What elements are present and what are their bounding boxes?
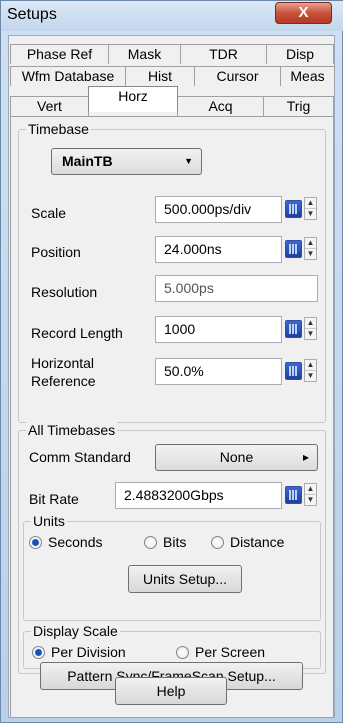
horizontal-reference-label-line2: Reference — [31, 373, 96, 389]
position-spinner[interactable]: ▲ ▼ — [304, 237, 317, 260]
scale-field[interactable]: 500.000ps/div — [155, 196, 282, 223]
tab-row-2: Wfm Database Hist Cursor Meas — [10, 66, 335, 86]
keypad-icon[interactable] — [285, 200, 302, 218]
units-setup-button[interactable]: Units Setup... — [128, 565, 242, 593]
horizontal-reference-spinner[interactable]: ▲ ▼ — [304, 359, 317, 382]
timebase-select[interactable]: MainTB ▼ — [51, 148, 202, 175]
per-screen-label: Per Screen — [195, 644, 266, 660]
tab-horz[interactable]: Horz — [88, 86, 178, 112]
spin-up-icon[interactable]: ▲ — [305, 198, 316, 209]
spin-down-icon[interactable]: ▼ — [305, 329, 316, 340]
spin-up-icon[interactable]: ▲ — [305, 238, 316, 249]
window-title: Setups — [7, 6, 57, 23]
tab-disp[interactable]: Disp — [266, 44, 334, 64]
units-distance-label: Distance — [230, 534, 285, 550]
spin-up-icon[interactable]: ▲ — [305, 484, 316, 495]
resolution-field: 5.000ps — [155, 275, 318, 302]
setups-window: Setups X Phase Ref Mask TDR Disp Wfm Dat… — [0, 0, 343, 723]
position-label: Position — [31, 244, 81, 260]
units-bits-label: Bits — [163, 534, 187, 550]
spin-down-icon[interactable]: ▼ — [305, 249, 316, 260]
all-timebases-group: All Timebases Comm Standard None ▸ Bit R… — [18, 422, 326, 674]
spin-up-icon[interactable]: ▲ — [305, 318, 316, 329]
radio-selected-icon — [29, 536, 42, 549]
units-distance-radio[interactable]: Distance — [211, 534, 284, 551]
tab-tdr[interactable]: TDR — [180, 44, 267, 64]
timebase-select-value: MainTB — [62, 153, 113, 169]
horz-panel: Timebase MainTB ▼ Scale 500.000ps/div ▲ ▼… — [10, 116, 334, 718]
units-group: Units Seconds Bits Distance Units Setup.… — [23, 513, 321, 621]
units-seconds-label: Seconds — [48, 534, 103, 550]
comm-standard-value: None — [219, 449, 254, 465]
tab-acq[interactable]: Acq — [177, 96, 264, 116]
keypad-icon[interactable] — [285, 486, 302, 504]
timebase-group: Timebase MainTB ▼ Scale 500.000ps/div ▲ ▼… — [18, 121, 326, 423]
keypad-icon[interactable] — [285, 320, 302, 338]
chevron-down-icon: ▼ — [184, 156, 193, 166]
scale-spinner[interactable]: ▲ ▼ — [304, 197, 317, 220]
horizontal-reference-field[interactable]: 50.0% — [155, 358, 282, 385]
tab-meas[interactable]: Meas — [280, 66, 335, 86]
all-timebases-legend: All Timebases — [26, 422, 118, 438]
tab-row-1: Phase Ref Mask TDR Disp — [10, 44, 334, 64]
bit-rate-spinner[interactable]: ▲ ▼ — [304, 483, 317, 506]
radio-icon — [176, 646, 189, 659]
tab-phase-ref[interactable]: Phase Ref — [10, 44, 109, 64]
setups-client: Phase Ref Mask TDR Disp Wfm Database His… — [8, 35, 335, 718]
comm-standard-button[interactable]: None ▸ — [155, 444, 318, 471]
tab-vert[interactable]: Vert — [10, 96, 89, 116]
chevron-right-icon: ▸ — [302, 450, 309, 464]
position-field[interactable]: 24.000ns — [155, 236, 282, 263]
units-legend: Units — [31, 513, 67, 529]
radio-icon — [144, 536, 157, 549]
per-division-radio[interactable]: Per Division — [32, 644, 126, 661]
close-button[interactable]: X — [275, 2, 332, 24]
per-screen-radio[interactable]: Per Screen — [176, 644, 265, 661]
tab-row-3: Vert Horz Acq Trig — [10, 86, 334, 116]
per-division-label: Per Division — [51, 644, 126, 660]
spin-down-icon[interactable]: ▼ — [305, 209, 316, 220]
tab-trig[interactable]: Trig — [263, 96, 334, 116]
radio-icon — [211, 536, 224, 549]
timebase-legend: Timebase — [26, 121, 91, 137]
title-bar[interactable]: Setups X — [1, 1, 343, 31]
display-scale-legend: Display Scale — [31, 623, 120, 639]
comm-standard-label: Comm Standard — [29, 449, 131, 465]
units-bits-radio[interactable]: Bits — [144, 534, 186, 551]
record-length-spinner[interactable]: ▲ ▼ — [304, 317, 317, 340]
bit-rate-field[interactable]: 2.4883200Gbps — [115, 482, 282, 509]
help-button[interactable]: Help — [115, 677, 227, 705]
spin-down-icon[interactable]: ▼ — [305, 371, 316, 382]
tab-cursor[interactable]: Cursor — [194, 66, 281, 86]
scale-label: Scale — [31, 205, 67, 221]
tab-hist[interactable]: Hist — [125, 66, 195, 86]
horizontal-reference-label: Horizontal — [31, 355, 95, 371]
keypad-icon[interactable] — [285, 362, 302, 380]
spin-up-icon[interactable]: ▲ — [305, 360, 316, 371]
keypad-icon[interactable] — [285, 240, 302, 258]
units-seconds-radio[interactable]: Seconds — [29, 534, 102, 551]
tab-mask[interactable]: Mask — [108, 44, 181, 64]
record-length-field[interactable]: 1000 — [155, 316, 282, 343]
resolution-label: Resolution — [31, 284, 98, 300]
tab-wfm-database[interactable]: Wfm Database — [10, 66, 126, 86]
spin-down-icon[interactable]: ▼ — [305, 495, 316, 506]
bit-rate-label: Bit Rate — [29, 491, 79, 507]
radio-selected-icon — [32, 646, 45, 659]
record-length-label: Record Length — [31, 325, 123, 341]
